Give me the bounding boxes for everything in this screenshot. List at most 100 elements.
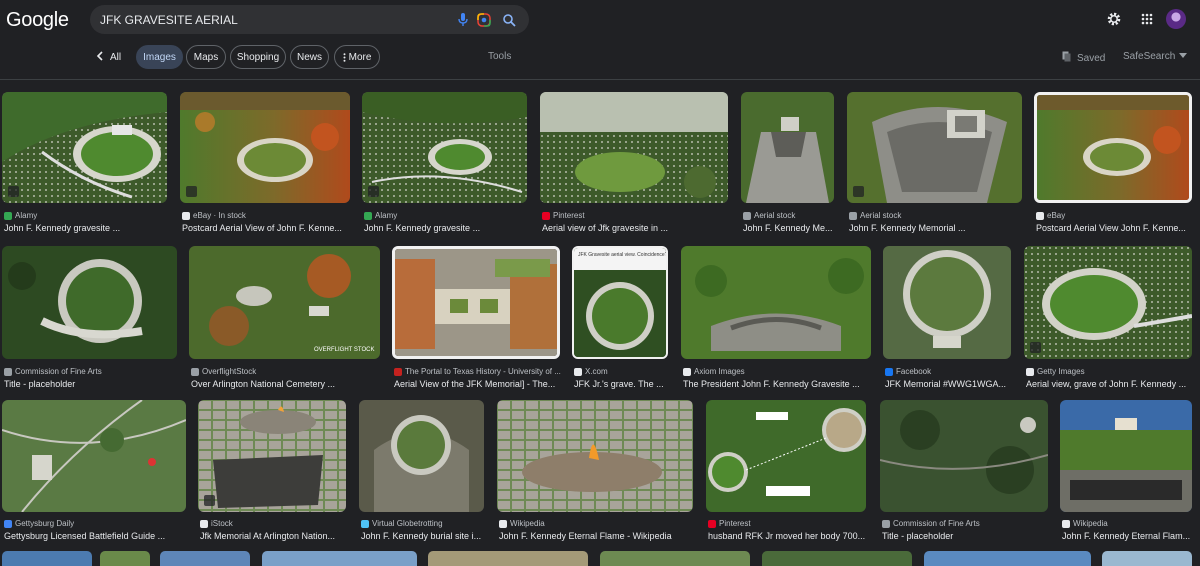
- result-tile[interactable]: Wikipedia John F. Kennedy Eternal Flame …: [497, 400, 693, 545]
- result-tile[interactable]: Pinterest Aerial view of Jfk gravesite i…: [540, 92, 728, 237]
- result-image[interactable]: [741, 92, 834, 203]
- result-image[interactable]: [362, 92, 527, 203]
- result-image[interactable]: [924, 551, 1091, 566]
- search-icon[interactable]: [500, 11, 518, 29]
- result-caption[interactable]: Aerial view of Jfk gravesite in ...: [542, 223, 730, 233]
- result-caption[interactable]: JFK Memorial #WWG1WGA...: [885, 379, 1013, 389]
- result-image[interactable]: [1034, 92, 1192, 203]
- apps-grid-icon[interactable]: [1138, 10, 1156, 28]
- tools-button[interactable]: Tools: [488, 51, 511, 62]
- result-caption[interactable]: husband RFK Jr moved her body 700...: [708, 531, 868, 541]
- result-tile[interactable]: Commission of Fine Arts Title - placehol…: [2, 246, 177, 391]
- result-caption[interactable]: Gettysburg Licensed Battlefield Guide ..…: [4, 531, 188, 541]
- result-image[interactable]: [600, 551, 750, 566]
- result-image[interactable]: [428, 551, 588, 566]
- account-avatar[interactable]: [1166, 9, 1186, 29]
- result-image[interactable]: [262, 551, 417, 566]
- result-tile[interactable]: eBay · In stock Postcard Aerial View of …: [180, 92, 350, 237]
- result-tile[interactable]: Pinterest husband RFK Jr moved her body …: [706, 400, 866, 545]
- result-caption[interactable]: John F. Kennedy Memorial ...: [849, 223, 1024, 233]
- google-logo[interactable]: Google: [6, 9, 69, 32]
- result-tile[interactable]: Alamy John F. Kennedy gravesite ...: [2, 92, 167, 237]
- result-image[interactable]: [160, 551, 250, 566]
- result-tile[interactable]: JFK Gravesite aerial view. Coincidence? …: [572, 246, 668, 391]
- tab-news[interactable]: News: [290, 45, 329, 69]
- result-tile[interactable]: Aerial stock John F. Kennedy Me...: [741, 92, 834, 237]
- result-image[interactable]: OVERFLIGHT STOCK: [189, 246, 380, 359]
- result-image[interactable]: [198, 400, 346, 512]
- result-tile[interactable]: Aerial stock John F. Kennedy Memorial ..…: [847, 92, 1022, 237]
- result-caption[interactable]: Aerial View of the JFK Memorial] - The..…: [394, 379, 562, 389]
- tab-images[interactable]: Images: [136, 45, 183, 69]
- result-caption[interactable]: John F. Kennedy Eternal Flame - Wikipedi…: [499, 531, 695, 541]
- safesearch-button[interactable]: SafeSearch: [1123, 51, 1188, 62]
- result-tile[interactable]: Virtual Globetrotting John F. Kennedy bu…: [359, 400, 484, 545]
- result-image[interactable]: JFK Gravesite aerial view. Coincidence?: [572, 246, 668, 359]
- favicon-icon: [708, 519, 716, 528]
- result-source: Alamy: [4, 211, 37, 220]
- result-tile[interactable]: Wikipedia John F. Kennedy Eternal Flam..…: [1060, 400, 1192, 545]
- result-image[interactable]: [1024, 246, 1192, 359]
- result-caption[interactable]: Over Arlington National Cemetery ...: [191, 379, 382, 389]
- result-image[interactable]: [2, 551, 92, 566]
- svg-text:JFK Gravesite aerial view. Coi: JFK Gravesite aerial view. Coincidence?: [578, 252, 666, 258]
- saved-button[interactable]: Saved: [1062, 51, 1105, 65]
- result-tile[interactable]: Facebook JFK Memorial #WWG1WGA...: [883, 246, 1011, 391]
- result-image[interactable]: [359, 400, 484, 512]
- result-caption[interactable]: Postcard Aerial View John F. Kenne...: [1036, 223, 1194, 233]
- result-caption[interactable]: John F. Kennedy Me...: [743, 223, 836, 233]
- result-caption[interactable]: Aerial view, grave of John F. Kennedy ..…: [1026, 379, 1194, 389]
- result-image[interactable]: [847, 92, 1022, 203]
- result-image[interactable]: [180, 92, 350, 203]
- result-caption[interactable]: JFK Jr.'s grave. The ...: [574, 379, 670, 389]
- result-caption[interactable]: Title - placeholder: [4, 379, 179, 389]
- search-input[interactable]: [100, 10, 440, 30]
- result-image[interactable]: [540, 92, 728, 203]
- result-image[interactable]: [1060, 400, 1192, 512]
- result-tile[interactable]: Alamy John F. Kennedy gravesite ...: [362, 92, 527, 237]
- result-tile[interactable]: eBay Postcard Aerial View John F. Kenne.…: [1034, 92, 1192, 237]
- favicon-icon: [574, 367, 582, 376]
- microphone-icon[interactable]: [454, 11, 472, 29]
- result-image[interactable]: [762, 551, 912, 566]
- result-source: Virtual Globetrotting: [361, 519, 443, 528]
- result-tile[interactable]: iStock Jfk Memorial At Arlington Nation.…: [198, 400, 346, 545]
- result-caption[interactable]: John F. Kennedy Eternal Flam...: [1062, 531, 1194, 541]
- result-source: Pinterest: [542, 211, 585, 220]
- result-image[interactable]: [706, 400, 866, 512]
- settings-gear-icon[interactable]: [1105, 10, 1123, 28]
- result-caption[interactable]: John F. Kennedy gravesite ...: [4, 223, 169, 233]
- result-tile[interactable]: Commission of Fine Arts Title - placehol…: [880, 400, 1048, 545]
- favicon-icon: [542, 211, 550, 220]
- result-image[interactable]: [2, 400, 186, 512]
- result-caption[interactable]: Jfk Memorial At Arlington Nation...: [200, 531, 348, 541]
- image-badge-icon: [368, 186, 379, 197]
- result-image[interactable]: [497, 400, 693, 512]
- result-tile[interactable]: Axiom Images The President John F. Kenne…: [681, 246, 871, 391]
- tab-maps[interactable]: Maps: [186, 45, 226, 69]
- result-caption[interactable]: John F. Kennedy gravesite ...: [364, 223, 529, 233]
- result-caption[interactable]: Postcard Aerial View of John F. Kenne...: [182, 223, 352, 233]
- result-source: Axiom Images: [683, 367, 745, 376]
- result-tile[interactable]: OVERFLIGHT STOCK OverflightStock Over Ar…: [189, 246, 380, 391]
- result-image[interactable]: [880, 400, 1048, 512]
- result-tile[interactable]: Getty Images Aerial view, grave of John …: [1024, 246, 1192, 391]
- search-box[interactable]: [90, 5, 529, 34]
- tab-all[interactable]: All: [96, 46, 121, 68]
- result-caption[interactable]: John F. Kennedy burial site i...: [361, 531, 486, 541]
- result-image[interactable]: [2, 92, 167, 203]
- result-image[interactable]: [100, 551, 150, 566]
- result-image[interactable]: [392, 246, 560, 359]
- lens-icon[interactable]: [475, 11, 493, 29]
- tab-more[interactable]: More: [334, 45, 380, 69]
- result-tile[interactable]: Gettysburg Daily Gettysburg Licensed Bat…: [2, 400, 186, 545]
- result-image[interactable]: [681, 246, 871, 359]
- result-source: Gettysburg Daily: [4, 519, 74, 528]
- result-image[interactable]: [1102, 551, 1192, 566]
- result-image[interactable]: [883, 246, 1011, 359]
- result-tile[interactable]: The Portal to Texas History - University…: [392, 246, 562, 391]
- result-caption[interactable]: Title - placeholder: [882, 531, 1050, 541]
- tab-shopping[interactable]: Shopping: [230, 45, 286, 69]
- result-caption[interactable]: The President John F. Kennedy Gravesite …: [683, 379, 873, 389]
- result-image[interactable]: [2, 246, 177, 359]
